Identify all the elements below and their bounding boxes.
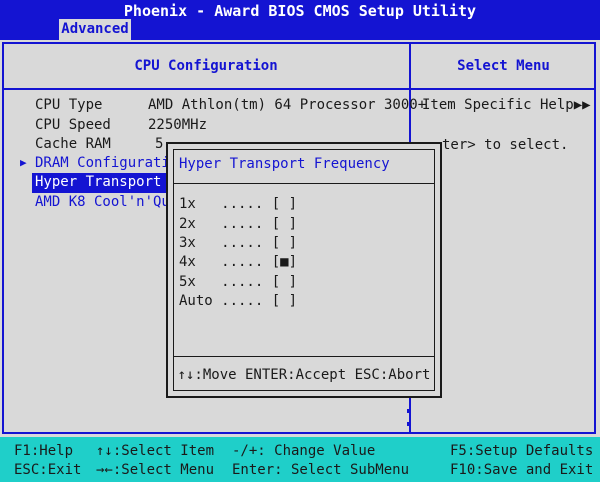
cache-ram-label: Cache RAM — [35, 136, 111, 152]
option-5x[interactable]: 5x ..... [ ] — [179, 274, 297, 290]
cpu-type-label: CPU Type — [35, 97, 103, 113]
menu-item-dram-configuration[interactable]: DRAM Configuratio — [35, 155, 178, 171]
menu-item-amd-k8-coolnquiet[interactable]: AMD K8 Cool'n'Qui — [35, 194, 178, 210]
dialog-inner-border — [173, 149, 435, 391]
submenu-arrow-icon: ▶ — [20, 156, 27, 169]
panel-title: CPU Configuration — [134, 58, 278, 74]
help-panel-title: Select Menu — [457, 58, 550, 74]
option-1x[interactable]: 1x ..... [ ] — [179, 196, 297, 212]
scroll-marker — [407, 409, 411, 413]
title-bar: Phoenix - Award BIOS CMOS Setup Utility … — [0, 0, 600, 40]
option-2x[interactable]: 2x ..... [ ] — [179, 216, 297, 232]
key-f10-save-exit: F10:Save and Exit — [450, 462, 594, 478]
key-select-item: ↑↓:Select Item — [96, 443, 215, 459]
option-auto[interactable]: Auto ..... [ ] — [179, 293, 297, 309]
dialog-divider — [173, 183, 435, 184]
cache-ram-value: 5 — [155, 136, 164, 152]
key-select-menu: →←:Select Menu — [96, 462, 215, 478]
menu-item-hyper-transport[interactable]: Hyper Transport F — [35, 174, 178, 190]
option-3x[interactable]: 3x ..... [ ] — [179, 235, 297, 251]
dialog-footer-divider — [173, 356, 435, 357]
option-4x[interactable]: 4x ..... [■] — [179, 254, 297, 270]
dialog-title: Hyper Transport Frequency — [179, 156, 390, 172]
key-legend-bar: F1:Help ↑↓:Select Item -/+: Change Value… — [0, 437, 600, 482]
header-divider — [3, 88, 595, 90]
cpu-type-value: AMD Athlon(tm) 64 Processor 3000+ — [148, 97, 427, 113]
frequency-dialog: Hyper Transport Frequency 1x ..... [ ] 2… — [166, 142, 442, 398]
tab-advanced[interactable]: Advanced — [59, 19, 131, 40]
key-f1-help: F1:Help — [14, 443, 74, 459]
help-text: ter> to select. — [442, 137, 569, 153]
dialog-key-hints: ↑↓:Move ENTER:Accept ESC:Abort — [177, 367, 431, 383]
key-enter-submenu: Enter: Select SubMenu — [232, 462, 410, 478]
scroll-marker — [407, 422, 411, 426]
cpu-speed-value: 2250MHz — [148, 117, 208, 133]
key-change-value: -/+: Change Value — [232, 443, 376, 459]
key-f5-defaults: F5:Setup Defaults — [450, 443, 594, 459]
cpu-speed-label: CPU Speed — [35, 117, 111, 133]
window-title: Phoenix - Award BIOS CMOS Setup Utility — [123, 2, 477, 20]
key-esc-exit: ESC:Exit — [14, 462, 82, 478]
help-title: Item Specific Help▶▶ — [422, 97, 591, 113]
